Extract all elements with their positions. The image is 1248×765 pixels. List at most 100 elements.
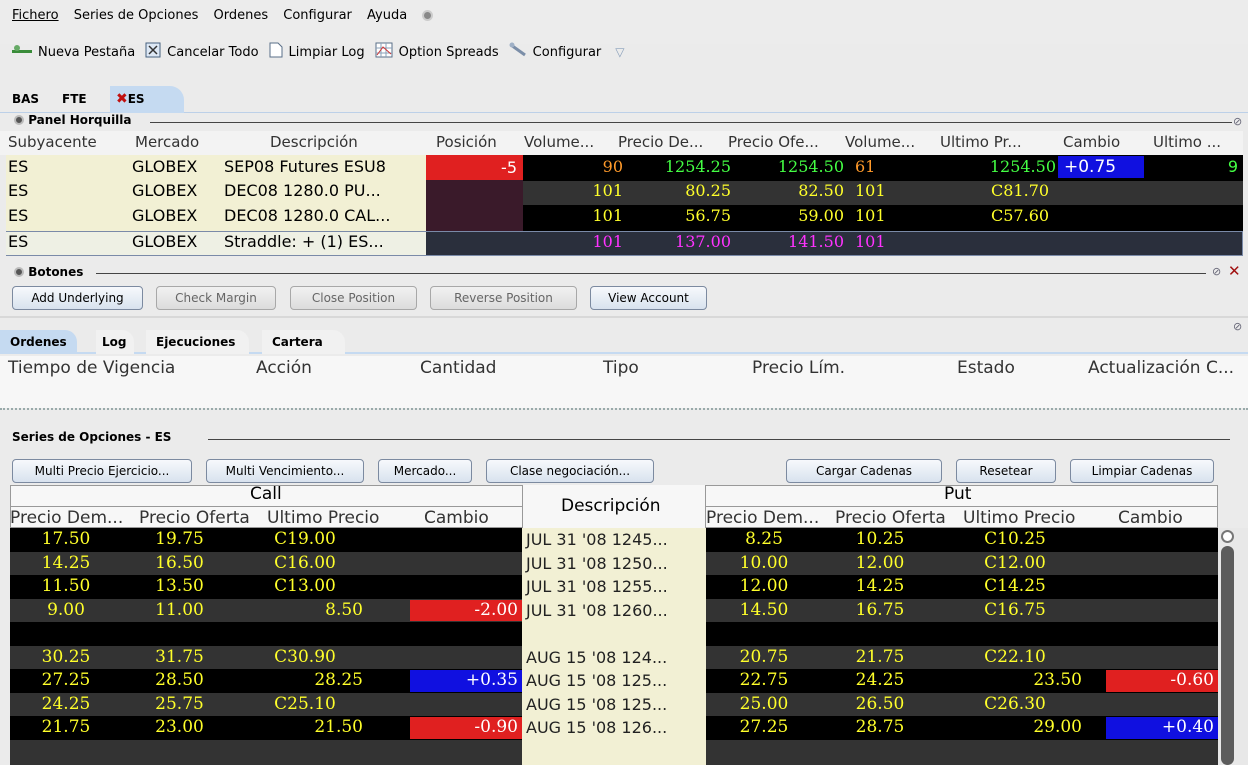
- tab-fte[interactable]: FTE: [56, 86, 93, 113]
- put-bid: 12.00: [739, 576, 789, 596]
- chain-row[interactable]: [10, 622, 1218, 646]
- last2: 9: [1227, 157, 1238, 176]
- load-chains-button[interactable]: Cargar Cadenas: [786, 459, 942, 483]
- call-col-ask[interactable]: Precio Oferta: [139, 508, 250, 528]
- call-ask: 28.50: [155, 670, 204, 690]
- col-volume2[interactable]: Volume...: [845, 133, 915, 151]
- reverse-position-button[interactable]: Reverse Position: [430, 286, 577, 310]
- splitter[interactable]: [0, 408, 1248, 418]
- put-col-change[interactable]: Cambio: [1118, 508, 1183, 528]
- ask: 1254.50: [777, 157, 844, 176]
- put-change: [1092, 646, 1218, 670]
- market-button[interactable]: Mercado...: [378, 459, 472, 483]
- chain-row[interactable]: 30.25 31.75 C30.90 20.75 21.75 C22.10 AUG 15 '…: [10, 645, 1218, 670]
- menu-ordenes[interactable]: Ordenes: [214, 8, 269, 23]
- chain-row[interactable]: 27.25 28.50 28.25 +0.35 22.75 24.25 23.50 -0.60…: [10, 669, 1218, 693]
- chain-row[interactable]: 14.25 16.50 C16.00 10.00 12.00 C12.00 JUL 31 '…: [10, 551, 1218, 575]
- chain-row[interactable]: 17.50 19.75 C19.00 8.25 10.25 C10.25 JUL 31 '0…: [10, 528, 1218, 552]
- tab-ordenes[interactable]: Ordenes: [0, 330, 77, 354]
- col-quantity[interactable]: Cantidad: [420, 358, 496, 378]
- tab-cartera[interactable]: Cartera: [262, 330, 345, 354]
- col-market[interactable]: Mercado: [135, 133, 199, 151]
- scroll-thumb[interactable]: [1221, 546, 1234, 765]
- col-update[interactable]: Actualización C...: [1088, 358, 1234, 378]
- col-underlying[interactable]: Subyacente: [8, 133, 97, 151]
- col-volume1[interactable]: Volume...: [524, 133, 594, 151]
- put-col-ask[interactable]: Precio Oferta: [835, 508, 946, 528]
- tab-bas[interactable]: BAS: [6, 86, 45, 113]
- chain-description: [522, 622, 706, 646]
- menu-series[interactable]: Series de Opciones: [74, 8, 199, 23]
- change-text: +0.40: [1161, 717, 1214, 737]
- ask: 59.00: [798, 206, 844, 225]
- volume1: 101: [592, 206, 623, 225]
- divider: [150, 122, 1232, 123]
- col-last2[interactable]: Ultimo ...: [1153, 133, 1221, 151]
- col-last[interactable]: Ultimo Pr...: [940, 133, 1022, 151]
- configure-label: Configurar: [532, 44, 602, 60]
- detach-icon[interactable]: ⊘: [1233, 115, 1242, 128]
- underlying: ES: [8, 181, 29, 200]
- clear-log-button[interactable]: Limpiar Log: [269, 42, 365, 62]
- chain-description: AUG 15 '08 124...: [522, 645, 706, 669]
- col-position[interactable]: Posición: [436, 133, 497, 151]
- chain-row[interactable]: 11.50 13.50 C13.00 12.00 14.25 C14.25 JUL 31 '…: [10, 575, 1218, 599]
- chain-row[interactable]: 24.25 25.75 C25.10 25.00 26.50 C26.30 AUG 15 '…: [10, 692, 1218, 716]
- check-margin-button[interactable]: Check Margin: [156, 286, 276, 310]
- put-change: [1092, 622, 1218, 646]
- put-change: [1092, 599, 1218, 623]
- menu-fichero[interactable]: Fichero: [12, 8, 59, 23]
- scrollbar[interactable]: [1218, 528, 1248, 765]
- menu-configurar[interactable]: Configurar: [283, 8, 352, 23]
- call-col-bid[interactable]: Precio Dem...: [10, 508, 123, 528]
- col-limit-price[interactable]: Precio Lím.: [752, 358, 845, 378]
- multi-expiry-button[interactable]: Multi Vencimiento...: [206, 459, 364, 483]
- put-bid: 8.25: [745, 529, 783, 549]
- menu-ayuda[interactable]: Ayuda: [367, 8, 407, 23]
- add-underlying-button[interactable]: Add Underlying: [12, 286, 143, 310]
- cancel-all-button[interactable]: Cancelar Todo: [145, 42, 259, 62]
- col-action[interactable]: Acción: [256, 358, 312, 378]
- close-position-button[interactable]: Close Position: [290, 286, 417, 310]
- view-account-button[interactable]: View Account: [590, 286, 707, 310]
- put-col-bid[interactable]: Precio Dem...: [706, 508, 819, 528]
- col-bid[interactable]: Precio De...: [618, 133, 703, 151]
- scroll-up-icon[interactable]: [1221, 530, 1234, 543]
- call-col-change[interactable]: Cambio: [424, 508, 489, 528]
- close-tab-icon[interactable]: ✖: [116, 91, 128, 107]
- tab-es[interactable]: ✖ES: [110, 86, 184, 113]
- divider: [208, 439, 1230, 440]
- configure-button[interactable]: Configurar: [509, 42, 602, 62]
- tab-ejecuciones[interactable]: Ejecuciones: [146, 330, 250, 354]
- collapse-icon[interactable]: [14, 267, 24, 277]
- orders-header: Tiempo de Vigencia Acción Cantidad Tipo …: [0, 356, 1248, 380]
- option-spreads-button[interactable]: Option Spreads: [375, 42, 499, 62]
- collapse-icon[interactable]: [14, 115, 24, 125]
- chain-row[interactable]: 9.00 11.00 8.50 -2.00 14.50 16.75 C16.75 JUL 31…: [10, 598, 1218, 623]
- call-last: 8.50: [325, 599, 363, 620]
- col-tif[interactable]: Tiempo de Vigencia: [8, 358, 175, 378]
- new-tab-button[interactable]: Nueva Pestaña: [12, 44, 135, 60]
- clear-log-label: Limpiar Log: [288, 44, 365, 60]
- clear-chains-button[interactable]: Limpiar Cadenas: [1070, 459, 1214, 483]
- trading-class-button[interactable]: Clase negociación...: [486, 459, 654, 483]
- put-col-last[interactable]: Ultimo Precio: [963, 508, 1075, 528]
- detach-icon[interactable]: ⊘: [1212, 265, 1221, 278]
- multi-strike-button[interactable]: Multi Precio Ejercicio...: [12, 459, 192, 483]
- close-panel-icon[interactable]: ✕: [1228, 262, 1241, 280]
- col-change[interactable]: Cambio: [1063, 133, 1120, 151]
- toolbar-dropdown-icon[interactable]: ▽: [615, 45, 624, 59]
- col-ask[interactable]: Precio Ofe...: [728, 133, 819, 151]
- put-last: 29.00: [1033, 717, 1082, 737]
- reset-button[interactable]: Resetear: [956, 459, 1056, 483]
- call-col-last[interactable]: Ultimo Precio: [267, 508, 379, 528]
- volume1: 101: [592, 181, 623, 200]
- tab-log[interactable]: Log: [96, 330, 135, 354]
- chain-row[interactable]: 21.75 23.00 21.50 -0.90 27.25 28.75 29.00 +0.40…: [10, 716, 1218, 740]
- call-change: [373, 622, 522, 646]
- col-description[interactable]: Descripción: [270, 133, 358, 151]
- put-bid: 14.50: [739, 599, 789, 620]
- col-status[interactable]: Estado: [957, 358, 1015, 378]
- settings-dot-icon[interactable]: [422, 10, 434, 21]
- col-type[interactable]: Tipo: [603, 358, 639, 378]
